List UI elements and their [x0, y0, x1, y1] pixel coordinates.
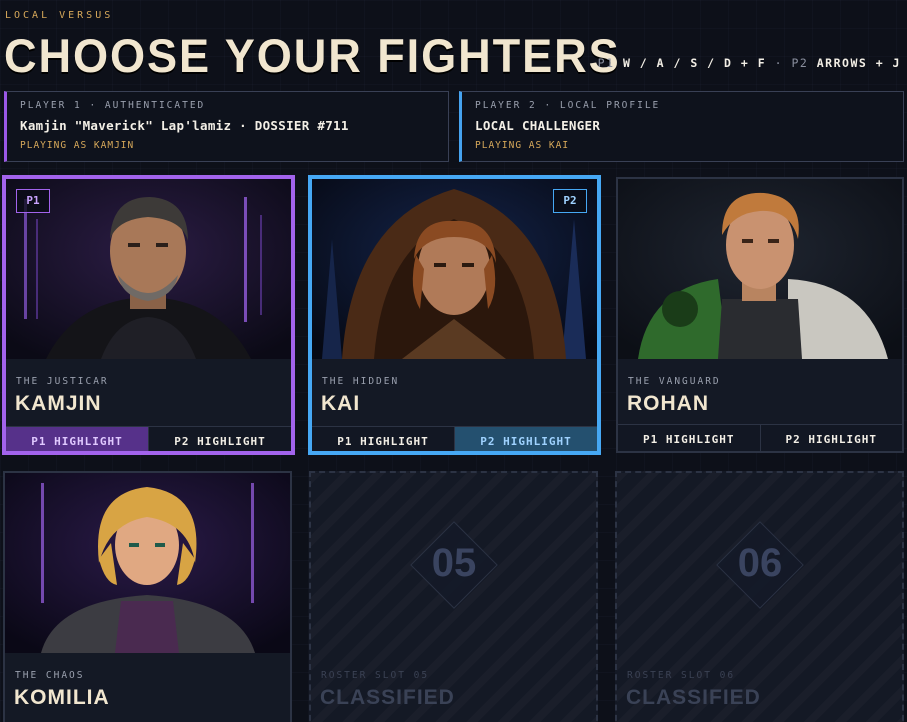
player-2-playing-as: PLAYING AS KAI — [475, 140, 570, 151]
eyebrow: LOCAL VERSUS — [5, 10, 114, 21]
fighter-epithet: THE CHAOS — [15, 670, 85, 681]
fighter-name: KAMJIN — [15, 392, 102, 415]
slot-status: CLASSIFIED — [626, 686, 761, 709]
fighter-card-komilia[interactable]: THE CHAOS KOMILIA — [3, 471, 292, 722]
fighter-name: KOMILIA — [14, 686, 110, 709]
p2-selection-badge: P2 — [553, 189, 587, 213]
player-1-name: Kamjin "Maverick" Lap'lamiz · DOSSIER #7… — [20, 118, 349, 133]
player-1-playing-as: PLAYING AS KAMJIN — [20, 140, 135, 151]
controls-separator: · — [774, 56, 784, 70]
p2-highlight-button[interactable]: P2 HIGHLIGHT — [759, 425, 902, 451]
p1-controls-keys: W / A / S / D + F — [622, 56, 767, 70]
p1-selection-badge: P1 — [16, 189, 50, 213]
fighter-card-rohan[interactable]: THE VANGUARD ROHAN P1 HIGHLIGHT P2 HIGHL… — [616, 177, 904, 453]
slot-label: ROSTER SLOT 05 — [321, 670, 430, 681]
fighter-epithet: THE VANGUARD — [628, 376, 721, 387]
p1-highlight-button[interactable]: P1 HIGHLIGHT — [312, 427, 454, 451]
p1-highlight-button[interactable]: P1 HIGHLIGHT — [6, 427, 148, 451]
slot-status: CLASSIFIED — [320, 686, 455, 709]
fighter-portrait-rohan — [618, 179, 902, 359]
page-title: CHOOSE YOUR FIGHTERS — [4, 29, 621, 82]
player-2-name: LOCAL CHALLENGER — [475, 118, 601, 133]
player-2-label: PLAYER 2 · LOCAL PROFILE — [475, 100, 661, 111]
player-2-panel: PLAYER 2 · LOCAL PROFILE LOCAL CHALLENGE… — [459, 91, 904, 162]
fighter-card-kai[interactable]: P2 THE HIDDEN KAI P1 HIGHLIGHT P2 HIGHLI… — [308, 175, 601, 455]
slot-label: ROSTER SLOT 06 — [627, 670, 736, 681]
fighter-portrait-komilia — [5, 473, 290, 653]
fighter-epithet: THE JUSTICAR — [16, 376, 109, 387]
player-1-label: PLAYER 1 · AUTHENTICATED — [20, 100, 206, 111]
p2-controls-label: P2 — [791, 56, 809, 70]
fighter-name: KAI — [321, 392, 361, 415]
p1-controls-label: P1 — [597, 56, 615, 70]
p2-highlight-button[interactable]: P2 HIGHLIGHT — [148, 427, 291, 451]
slot-number: 05 — [431, 541, 477, 585]
roster-slot-05: 05 ROSTER SLOT 05 CLASSIFIED — [309, 471, 598, 722]
p2-highlight-button[interactable]: P2 HIGHLIGHT — [454, 427, 597, 451]
fighter-name: ROHAN — [627, 392, 709, 415]
controls-hint: P1 W / A / S / D + F · P2 ARROWS + J — [598, 56, 901, 70]
p1-highlight-button[interactable]: P1 HIGHLIGHT — [618, 425, 760, 451]
fighter-epithet: THE HIDDEN — [322, 376, 400, 387]
player-1-panel: PLAYER 1 · AUTHENTICATED Kamjin "Maveric… — [4, 91, 449, 162]
slot-number: 06 — [737, 541, 783, 585]
p2-controls-keys: ARROWS + J — [816, 56, 901, 70]
roster-slot-06: 06 ROSTER SLOT 06 CLASSIFIED — [615, 471, 904, 722]
fighter-card-kamjin[interactable]: P1 THE JUSTICAR KAMJIN P1 HIGHLIGHT P2 H… — [2, 175, 295, 455]
